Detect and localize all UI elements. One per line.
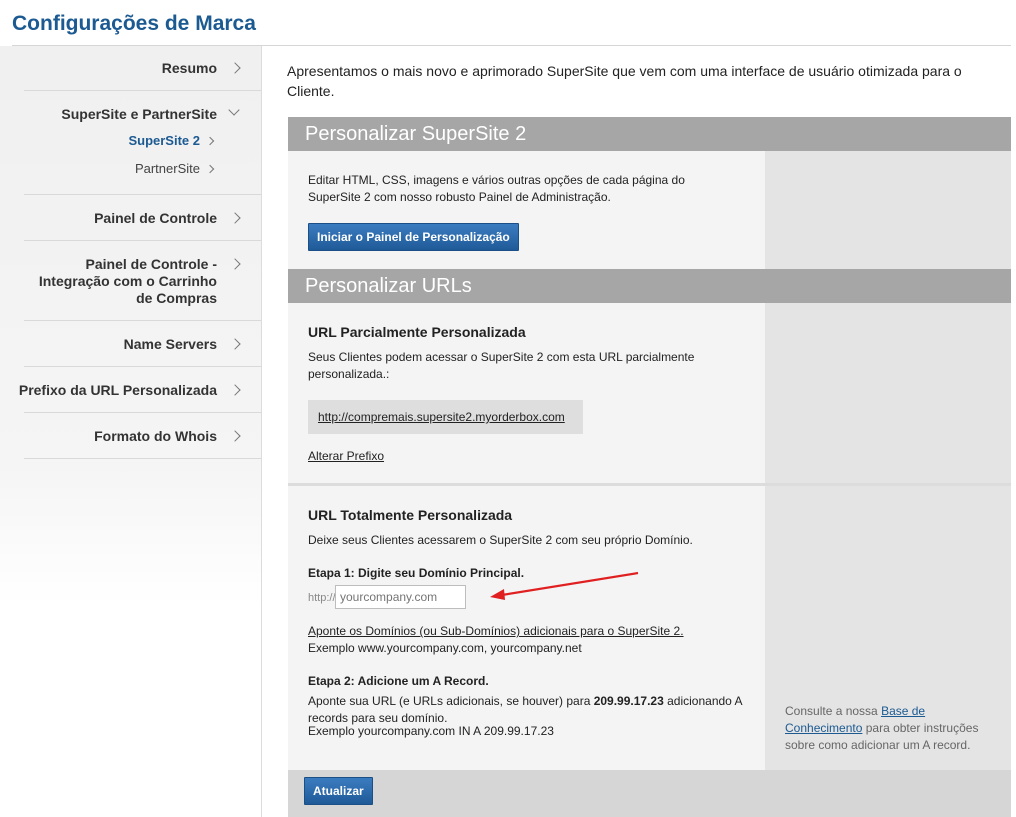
- supersite-panel-side: [765, 151, 1011, 269]
- intro-text: Apresentamos o mais novo e aprimorado Su…: [287, 63, 962, 99]
- action-bar: [288, 770, 1011, 817]
- chevron-right-icon: [229, 384, 241, 396]
- supersite-description: Editar HTML, CSS, imagens e vários outra…: [308, 173, 685, 204]
- chevron-down-icon: [228, 104, 240, 116]
- supersite-panel: [288, 151, 765, 269]
- domain-input[interactable]: [335, 585, 466, 609]
- full-url-description: Deixe seus Clientes acessarem o SuperSit…: [308, 533, 693, 547]
- annotation-arrow-icon: [490, 571, 639, 600]
- page-title: Configurações de Marca: [12, 12, 256, 35]
- kb-text: Consulte a nossa: [785, 704, 882, 718]
- sidebar-item-label: Painel de Controle: [94, 210, 217, 226]
- sidebar-item-prefixo-url[interactable]: Prefixo da URL Personalizada: [19, 367, 261, 413]
- input-prefix: http://: [308, 592, 336, 604]
- sidebar-subitem-partnersite[interactable]: PartnerSite: [135, 161, 200, 177]
- sidebar-item-painel-controle[interactable]: Painel de Controle: [24, 195, 261, 241]
- full-url-title: URL Totalmente Personalizada: [308, 507, 513, 523]
- chevron-right-icon: [229, 258, 241, 270]
- sidebar-item-label: Resumo: [161, 60, 217, 76]
- section-header-supersite: Personalizar SuperSite 2: [288, 117, 1011, 151]
- change-prefix-link[interactable]: Alterar Prefixo: [308, 448, 384, 465]
- step2-label: Etapa 2: Adicione um A Record.: [308, 674, 489, 688]
- chevron-right-icon: [229, 338, 241, 350]
- chevron-right-icon: [229, 212, 241, 224]
- update-button[interactable]: Atualizar: [304, 777, 373, 805]
- example2-text: Exemplo yourcompany.com IN A 209.99.17.2…: [308, 724, 554, 738]
- chevron-right-icon: [229, 62, 241, 74]
- step2-text: Aponte sua URL (e URLs adicionais, se ho…: [308, 694, 594, 708]
- section-header-urls: Personalizar URLs: [288, 269, 1011, 303]
- partial-url-link[interactable]: http://compremais.supersite2.myorderbox.…: [318, 409, 565, 426]
- sidebar-item-resumo[interactable]: Resumo: [24, 46, 261, 91]
- sidebar-item-painel-integracao[interactable]: Painel de Controle - Integração com o Ca…: [24, 241, 261, 321]
- chevron-right-icon: [229, 430, 241, 442]
- start-customization-button[interactable]: Iniciar o Painel de Personalização: [308, 223, 519, 251]
- sidebar-item-label: Painel de Controle - Integração com o Ca…: [38, 256, 217, 306]
- sidebar-item-label: Formato do Whois: [94, 428, 217, 444]
- partial-url-description: Seus Clientes podem acessar o SuperSite …: [308, 350, 695, 381]
- sidebar-item-name-servers[interactable]: Name Servers: [24, 321, 261, 367]
- partial-url-title: URL Parcialmente Personalizada: [308, 324, 526, 340]
- knowledge-base-note: Consulte a nossa Base de Conhecimento pa…: [785, 703, 995, 754]
- step2-description: Aponte sua URL (e URLs adicionais, se ho…: [308, 693, 753, 727]
- sidebar-item-supersite-partnersite[interactable]: SuperSite e PartnerSite SuperSite 2 Part…: [24, 91, 261, 195]
- chevron-right-icon: [205, 136, 215, 146]
- sidebar-item-formato-whois[interactable]: Formato do Whois: [24, 413, 261, 459]
- sidebar-subitem-supersite2[interactable]: SuperSite 2: [128, 133, 200, 149]
- sidebar-item-label: Name Servers: [123, 336, 217, 352]
- sidebar-item-label: SuperSite e PartnerSite: [61, 106, 217, 122]
- ip-address: 209.99.17.23: [593, 694, 664, 708]
- sidebar: Resumo SuperSite e PartnerSite SuperSite…: [0, 46, 262, 817]
- sidebar-item-label: Prefixo da URL Personalizada: [18, 382, 217, 398]
- chevron-right-icon: [205, 164, 215, 174]
- point-domains-link[interactable]: Aponte os Domínios (ou Sub-Domínios) adi…: [308, 623, 684, 640]
- example1-text: Exemplo www.yourcompany.com, yourcompany…: [308, 641, 582, 655]
- partial-url-panel-side: [765, 303, 1011, 483]
